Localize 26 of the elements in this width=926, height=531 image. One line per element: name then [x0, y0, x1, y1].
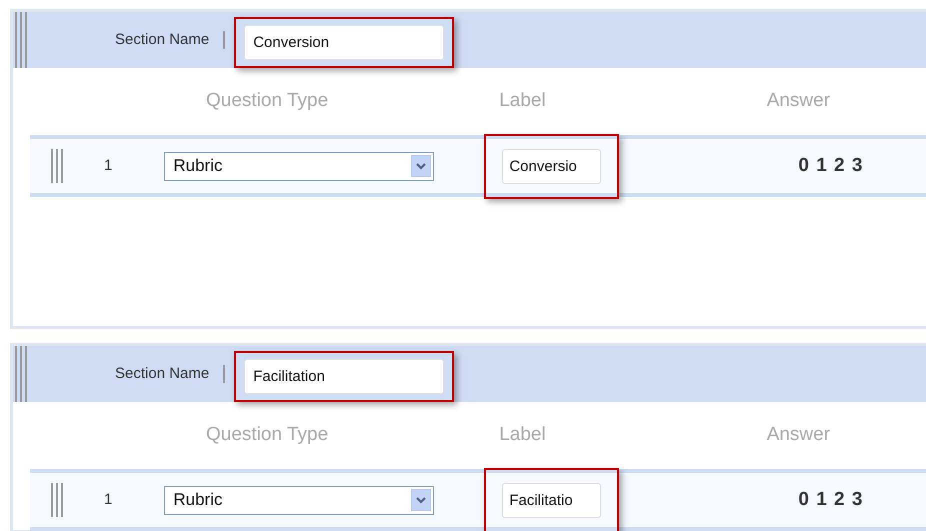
section-name-label: Section Name: [115, 364, 210, 384]
separator-icon: [223, 31, 226, 49]
column-heading: Label: [499, 89, 546, 114]
section-name-field[interactable]: Facilitation: [244, 358, 444, 394]
section-name-label: Section Name: [115, 30, 210, 50]
drag-handle-icon[interactable]: [50, 483, 64, 517]
label-field[interactable]: Conversio: [502, 148, 602, 184]
dropdown-arrow-icon[interactable]: [411, 489, 432, 511]
question-number: 1: [104, 156, 112, 176]
question-type-select[interactable]: Rubric: [164, 486, 434, 514]
question-type-select[interactable]: Rubric: [164, 152, 434, 180]
label-field[interactable]: Facilitatio: [502, 482, 602, 518]
separator-icon: [223, 365, 226, 383]
column-heading: Label: [499, 423, 546, 448]
column-heading: Answer: [766, 89, 830, 114]
answer-scale: 0 1 2 3: [798, 154, 864, 178]
column-heading: Answer: [766, 423, 830, 448]
column-heading: Question Type: [206, 423, 328, 448]
drag-handle-icon[interactable]: [14, 346, 28, 402]
column-heading: Question Type: [206, 89, 328, 114]
drag-handle-icon[interactable]: [50, 149, 64, 183]
drag-handle-icon[interactable]: [14, 12, 28, 68]
question-number: 1: [104, 490, 112, 510]
section-name-field[interactable]: Conversion: [244, 24, 444, 60]
dropdown-arrow-icon[interactable]: [411, 155, 432, 177]
answer-scale: 0 1 2 3: [798, 488, 864, 512]
